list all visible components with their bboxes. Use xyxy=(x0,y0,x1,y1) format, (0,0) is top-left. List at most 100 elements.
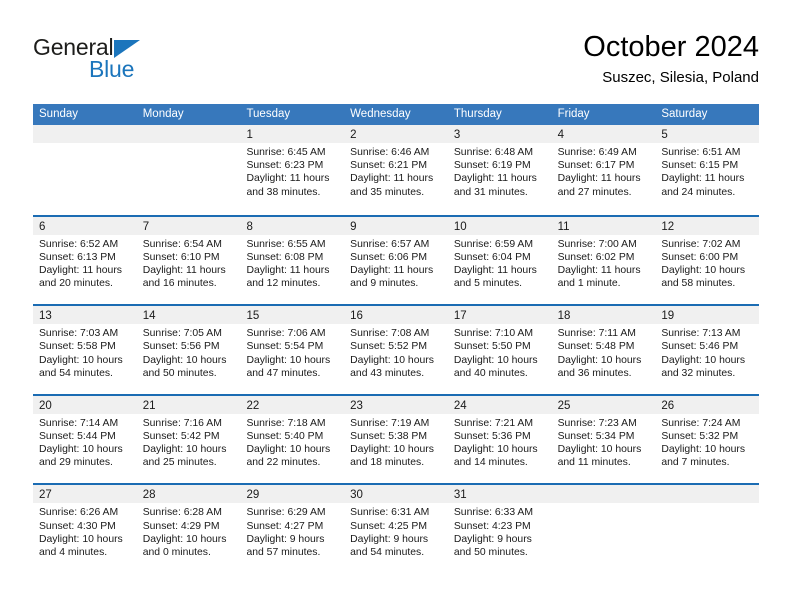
day-cell[interactable]: 14 Sunrise: 7:05 AM Sunset: 5:56 PM Dayligh… xyxy=(136,306,241,394)
day-info: Sunrise: 7:03 AM Sunset: 5:58 PM Daylight:… xyxy=(33,324,137,380)
calendar-week-row: 1 Sunrise: 6:45 AM Sunset: 6:23 PM Daylight… xyxy=(33,125,760,215)
day-cell[interactable]: 12 Sunrise: 7:02 AM Sunset: 6:00 PM Dayligh… xyxy=(655,216,760,305)
day-cell[interactable]: 2 Sunrise: 6:46 AM Sunset: 6:21 PM Daylight… xyxy=(344,125,448,215)
sunset-text: Sunset: 4:23 PM xyxy=(453,520,531,532)
sunset-text: Sunset: 6:23 PM xyxy=(246,160,324,172)
daylight-text: Daylight: 11 hours and 35 minutes. xyxy=(350,173,434,198)
day-cell[interactable]: 25 Sunrise: 7:23 AM Sunset: 5:34 PM Dayligh… xyxy=(551,395,656,484)
daylight-text: Daylight: 10 hours and 40 minutes. xyxy=(453,354,538,379)
calendar-week-row: 20 Sunrise: 7:14 AM Sunset: 5:44 PM Dayligh… xyxy=(33,393,760,484)
day-number-band: 12 xyxy=(655,216,760,235)
day-number-band xyxy=(655,485,760,504)
day-cell-empty xyxy=(33,125,137,215)
day-cell[interactable]: 23 Sunrise: 7:19 AM Sunset: 5:38 PM Dayligh… xyxy=(344,395,448,484)
weekday-header-row: Sunday Monday Tuesday Wednesday Thursday Frid… xyxy=(33,104,759,125)
day-number-band: 7 xyxy=(136,216,241,235)
daylight-text: Daylight: 11 hours and 38 minutes. xyxy=(246,173,330,198)
day-number: 13 xyxy=(39,310,52,323)
day-number: 2 xyxy=(350,129,357,141)
day-cell[interactable]: 17 Sunrise: 7:10 AM Sunset: 5:50 PM Dayligh… xyxy=(447,306,552,394)
day-cell[interactable]: 21 Sunrise: 7:16 AM Sunset: 5:42 PM Dayligh… xyxy=(136,395,241,484)
day-info: Sunrise: 6:33 AM Sunset: 4:23 PM Daylight:… xyxy=(448,503,552,559)
day-cell[interactable]: 8 Sunrise: 6:55 AM Sunset: 6:08 PM Daylight… xyxy=(240,216,345,305)
day-cell[interactable]: 13 Sunrise: 7:03 AM Sunset: 5:58 PM Dayligh… xyxy=(33,306,137,394)
day-cell[interactable]: 9 Sunrise: 6:57 AM Sunset: 6:06 PM Daylight… xyxy=(344,216,448,305)
sunrise-text: Sunrise: 6:55 AM xyxy=(246,238,326,250)
calendar-weeks: 1 Sunrise: 6:45 AM Sunset: 6:23 PM Daylight… xyxy=(33,125,760,573)
day-cell[interactable]: 18 Sunrise: 7:11 AM Sunset: 5:48 PM Dayligh… xyxy=(551,306,656,394)
day-cell[interactable]: 4 Sunrise: 6:49 AM Sunset: 6:17 PM Daylight… xyxy=(551,125,656,215)
sunset-text: Sunset: 6:04 PM xyxy=(453,251,531,263)
generalblue-logo: General Blue xyxy=(33,34,213,90)
day-cell[interactable]: 24 Sunrise: 7:21 AM Sunset: 5:36 PM Dayligh… xyxy=(447,395,552,484)
day-cell[interactable]: 20 Sunrise: 7:14 AM Sunset: 5:44 PM Dayligh… xyxy=(33,395,137,484)
day-number: 31 xyxy=(453,489,467,502)
day-number: 25 xyxy=(557,399,571,412)
sunrise-text: Sunrise: 7:24 AM xyxy=(661,417,741,429)
daylight-text: Daylight: 10 hours and 22 minutes. xyxy=(246,444,331,469)
day-cell[interactable]: 7 Sunrise: 6:54 AM Sunset: 6:10 PM Daylight… xyxy=(136,216,241,305)
day-cell[interactable]: 3 Sunrise: 6:48 AM Sunset: 6:19 PM Daylight… xyxy=(447,125,552,215)
calendar-page: General Blue October 2024 Suszec, Silesi… xyxy=(0,0,792,612)
daylight-text: Daylight: 10 hours and 29 minutes. xyxy=(39,444,123,469)
sunrise-text: Sunrise: 6:29 AM xyxy=(246,507,326,519)
sunrise-text: Sunrise: 7:18 AM xyxy=(246,417,326,429)
day-number: 6 xyxy=(39,220,46,233)
day-cell[interactable]: 5 Sunrise: 6:51 AM Sunset: 6:15 PM Daylight… xyxy=(655,125,760,215)
day-info: Sunrise: 7:18 AM Sunset: 5:40 PM Daylight:… xyxy=(240,414,344,470)
sunset-text: Sunset: 5:44 PM xyxy=(39,430,116,442)
day-cell[interactable]: 10 Sunrise: 6:59 AM Sunset: 6:04 PM Dayligh… xyxy=(447,216,552,305)
day-number-band: 15 xyxy=(240,306,345,325)
daylight-text: Daylight: 10 hours and 58 minutes. xyxy=(661,265,746,290)
daylight-text: Daylight: 9 hours and 50 minutes. xyxy=(453,533,532,558)
daylight-text: Daylight: 11 hours and 5 minutes. xyxy=(453,265,537,290)
day-cell[interactable]: 6 Sunrise: 6:52 AM Sunset: 6:13 PM Daylight… xyxy=(33,216,137,305)
page-title: October 2024 xyxy=(583,31,759,63)
day-cell[interactable]: 22 Sunrise: 7:18 AM Sunset: 5:40 PM Dayligh… xyxy=(240,395,345,484)
day-number-band: 16 xyxy=(344,306,448,325)
day-cell[interactable]: 1 Sunrise: 6:45 AM Sunset: 6:23 PM Daylight… xyxy=(240,125,345,215)
sunset-text: Sunset: 6:13 PM xyxy=(39,251,116,263)
day-cell[interactable]: 30 Sunrise: 6:31 AM Sunset: 4:25 PM Dayligh… xyxy=(344,485,448,573)
day-number-band: 25 xyxy=(551,395,656,414)
day-number-band xyxy=(551,485,656,504)
day-cell-empty xyxy=(136,125,241,215)
daylight-text: Daylight: 11 hours and 9 minutes. xyxy=(350,265,434,290)
day-info: Sunrise: 7:00 AM Sunset: 6:02 PM Daylight:… xyxy=(552,235,656,291)
day-cell[interactable]: 26 Sunrise: 7:24 AM Sunset: 5:32 PM Dayligh… xyxy=(655,395,760,484)
day-cell[interactable]: 11 Sunrise: 7:00 AM Sunset: 6:02 PM Dayligh… xyxy=(551,216,656,305)
day-cell[interactable]: 16 Sunrise: 7:08 AM Sunset: 5:52 PM Dayligh… xyxy=(344,306,448,394)
sunset-text: Sunset: 4:30 PM xyxy=(39,520,116,532)
daylight-text: Daylight: 10 hours and 54 minutes. xyxy=(39,354,123,379)
day-cell[interactable]: 15 Sunrise: 7:06 AM Sunset: 5:54 PM Dayligh… xyxy=(240,306,345,394)
day-number: 10 xyxy=(453,220,467,233)
daylight-text: Daylight: 9 hours and 54 minutes. xyxy=(350,533,429,558)
day-cell[interactable]: 19 Sunrise: 7:13 AM Sunset: 5:46 PM Dayligh… xyxy=(655,306,760,394)
day-cell[interactable]: 27 Sunrise: 6:26 AM Sunset: 4:30 PM Dayligh… xyxy=(33,485,137,573)
sunrise-text: Sunrise: 7:13 AM xyxy=(661,328,741,340)
weekday-header-sunday: Sunday xyxy=(39,108,79,120)
day-cell[interactable]: 29 Sunrise: 6:29 AM Sunset: 4:27 PM Dayligh… xyxy=(240,485,345,573)
day-number-band: 30 xyxy=(344,485,448,504)
daylight-text: Daylight: 11 hours and 1 minute. xyxy=(557,265,641,290)
day-number-band: 31 xyxy=(447,485,552,504)
day-number-band: 8 xyxy=(240,216,345,235)
sunrise-text: Sunrise: 7:10 AM xyxy=(453,328,534,340)
day-cell[interactable]: 28 Sunrise: 6:28 AM Sunset: 4:29 PM Dayligh… xyxy=(136,485,241,573)
sunrise-text: Sunrise: 7:16 AM xyxy=(142,417,222,429)
day-number: 1 xyxy=(246,129,253,141)
day-number-band: 29 xyxy=(240,485,345,504)
day-number-band: 11 xyxy=(551,216,656,235)
sunrise-text: Sunrise: 7:11 AM xyxy=(557,328,636,340)
day-info: Sunrise: 7:10 AM Sunset: 5:50 PM Daylight:… xyxy=(448,324,552,380)
sunrise-text: Sunrise: 7:08 AM xyxy=(350,328,430,340)
day-number-band: 17 xyxy=(447,306,552,325)
logo-text-blue: Blue xyxy=(89,56,135,82)
day-number-band xyxy=(33,125,137,143)
day-info: Sunrise: 6:31 AM Sunset: 4:25 PM Daylight:… xyxy=(344,503,448,559)
day-cell[interactable]: 31 Sunrise: 6:33 AM Sunset: 4:23 PM Dayligh… xyxy=(447,485,552,573)
day-number-band: 22 xyxy=(240,395,345,414)
day-number-band: 10 xyxy=(447,216,552,235)
day-number: 24 xyxy=(453,399,467,412)
day-number: 14 xyxy=(142,310,156,323)
